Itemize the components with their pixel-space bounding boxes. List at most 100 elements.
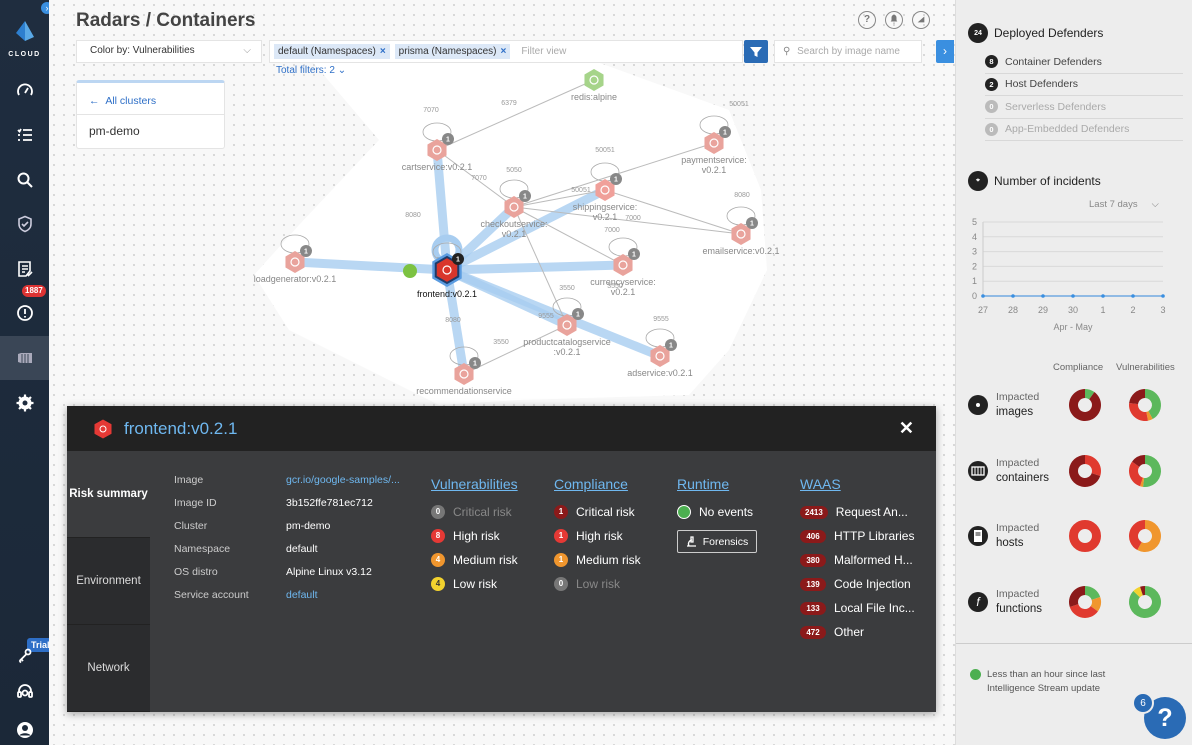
compliance-row: 1 Critical risk [554,500,641,524]
image-search-input[interactable]: ⚲ Search by image name [774,40,922,63]
donut-slice-high [1085,454,1101,476]
sidebar-item-dashboard[interactable] [0,69,49,113]
help-icon[interactable]: ? [858,11,876,29]
signal-icon[interactable] [912,11,930,29]
data-point[interactable] [1101,294,1105,298]
waas-row[interactable]: 133 Local File Inc... [800,596,915,620]
data-point[interactable] [1011,294,1015,298]
tab-environment[interactable]: Environment [67,538,150,625]
x-tick-label: 27 [978,305,988,315]
all-clusters-link[interactable]: ← All clusters [77,83,224,115]
vulnerabilities-link[interactable]: Vulnerabilities [431,476,518,492]
port-label: 7000 [604,227,620,234]
sidebar-item-account[interactable] [0,708,49,745]
impacted-big: functions [996,602,1043,615]
incidents-header: ⌖ Number of incidents [968,171,1101,191]
incidents-title: Number of incidents [994,174,1101,188]
y-tick-label: 2 [972,261,977,271]
info-key: OS distro [174,566,218,578]
vulnerabilities-row: 4 Low risk [431,572,518,596]
deployed-defenders-header: 24 Deployed Defenders [968,23,1103,43]
sidebar-item-checklist[interactable] [0,113,49,157]
port-label: 8080 [445,317,461,324]
service-account-link[interactable]: default [286,589,318,612]
tab-network[interactable]: Network [67,625,150,712]
range-select[interactable]: Last 7 days ⌵ [1089,199,1159,210]
data-point[interactable] [1041,294,1045,298]
forensics-button[interactable]: Forensics [677,530,757,553]
impacted-label: Impacted containers [996,456,1049,486]
waas-row[interactable]: 139 Code Injection [800,572,915,596]
data-point[interactable] [1161,294,1165,298]
toggle-right-panel-button[interactable]: › [936,40,954,63]
runtime-status-label: No events [699,505,754,519]
compliance-donut [1069,389,1101,421]
compliance-link[interactable]: Compliance [554,476,641,492]
info-value: default [286,543,318,555]
vulnerabilities-count-badge: 8 [431,529,445,543]
waas-row-label: Malformed H... [834,553,913,567]
alert-circle-icon [16,305,33,321]
defender-row[interactable]: 0 Serverless Defenders [985,96,1183,119]
impacted-small: Impacted [996,522,1040,534]
close-icon[interactable]: ✕ [899,418,914,439]
filter-bar[interactable]: default (Namespaces) × prisma (Namespaces… [269,40,743,63]
tab-risk-summary[interactable]: Risk summary [67,451,150,538]
waas-row[interactable]: 472 Other [800,620,915,644]
node-badge-count: 1 [304,249,308,256]
filter-button[interactable] [744,40,768,63]
impacted-functions-donuts[interactable] [1056,582,1166,622]
node-label-line2: v0.2.1 [702,165,727,175]
y-tick-label: 5 [972,217,977,227]
compliance-row-label: Medium risk [576,553,641,567]
alerts-count-badge: 1887 [22,285,46,297]
data-point[interactable] [1131,294,1135,298]
color-by-select[interactable]: Color by: Vulnerabilities ⌵ [76,40,262,63]
node-badge-count: 1 [473,361,477,368]
waas-row[interactable]: 2413 Request An... [800,500,915,524]
waas-row[interactable]: 406 HTTP Libraries [800,524,915,548]
impacted-hosts-donuts[interactable] [1056,516,1166,556]
node-label: checkoutservice: [480,219,547,229]
image-link[interactable]: gcr.io/google-samples/... [286,474,400,497]
waas-count-badge: 133 [800,601,826,615]
logo[interactable]: CLOUD [0,20,49,58]
impacted-containers-donuts[interactable] [1056,451,1166,491]
info-row-cluster: Cluster pm-demo [174,520,400,543]
filter-chip[interactable]: default (Namespaces) × [274,44,390,59]
filter-chip[interactable]: prisma (Namespaces) × [394,44,511,59]
impacted-images-donuts[interactable] [1056,385,1166,425]
filter-input[interactable]: Filter view [521,46,566,57]
remove-chip-icon[interactable]: × [380,46,386,57]
defender-row[interactable]: 8 Container Defenders [985,51,1183,74]
defender-row[interactable]: 2 Host Defenders [985,74,1183,96]
compliance-donut [1069,520,1101,552]
sidebar-item-alerts[interactable]: 1887 [0,285,49,335]
node-label-line2: v0.2.1 [502,229,527,239]
gear-icon [16,394,33,412]
traffic-edge[interactable] [446,260,624,275]
defender-row[interactable]: 0 App-Embedded Defenders [985,119,1183,141]
node-label: redis:alpine [571,92,617,102]
vulnerabilities-row-label: Low risk [453,577,498,591]
sidebar-item-search[interactable] [0,158,49,202]
data-point[interactable] [981,294,985,298]
vulnerabilities-donut [1129,454,1161,487]
sidebar-item-defend[interactable] [0,202,49,246]
port-label: 3550 [559,285,575,292]
waas-row[interactable]: 380 Malformed H... [800,548,915,572]
sidebar-item-radars[interactable] [0,336,49,380]
donut-slice-ok [1142,454,1161,487]
node-label: adservice:v0.2.1 [627,368,693,378]
data-point[interactable] [1071,294,1075,298]
sidebar-item-manage[interactable] [0,381,49,425]
total-filters-toggle[interactable]: Total filters: 2 ⌄ [276,65,346,76]
info-row-image-id: Image ID 3b152ffe781ec712 [174,497,400,520]
container-detail-panel: frontend:v0.2.1 ✕ Risk summary Environme… [67,406,936,712]
vulnerabilities-count-badge: 4 [431,577,445,591]
remove-chip-icon[interactable]: × [500,46,506,57]
bell-icon[interactable] [885,11,903,29]
runtime-link[interactable]: Runtime [677,476,757,492]
waas-link[interactable]: WAAS [800,476,915,492]
compliance-row: 1 Medium risk [554,548,641,572]
